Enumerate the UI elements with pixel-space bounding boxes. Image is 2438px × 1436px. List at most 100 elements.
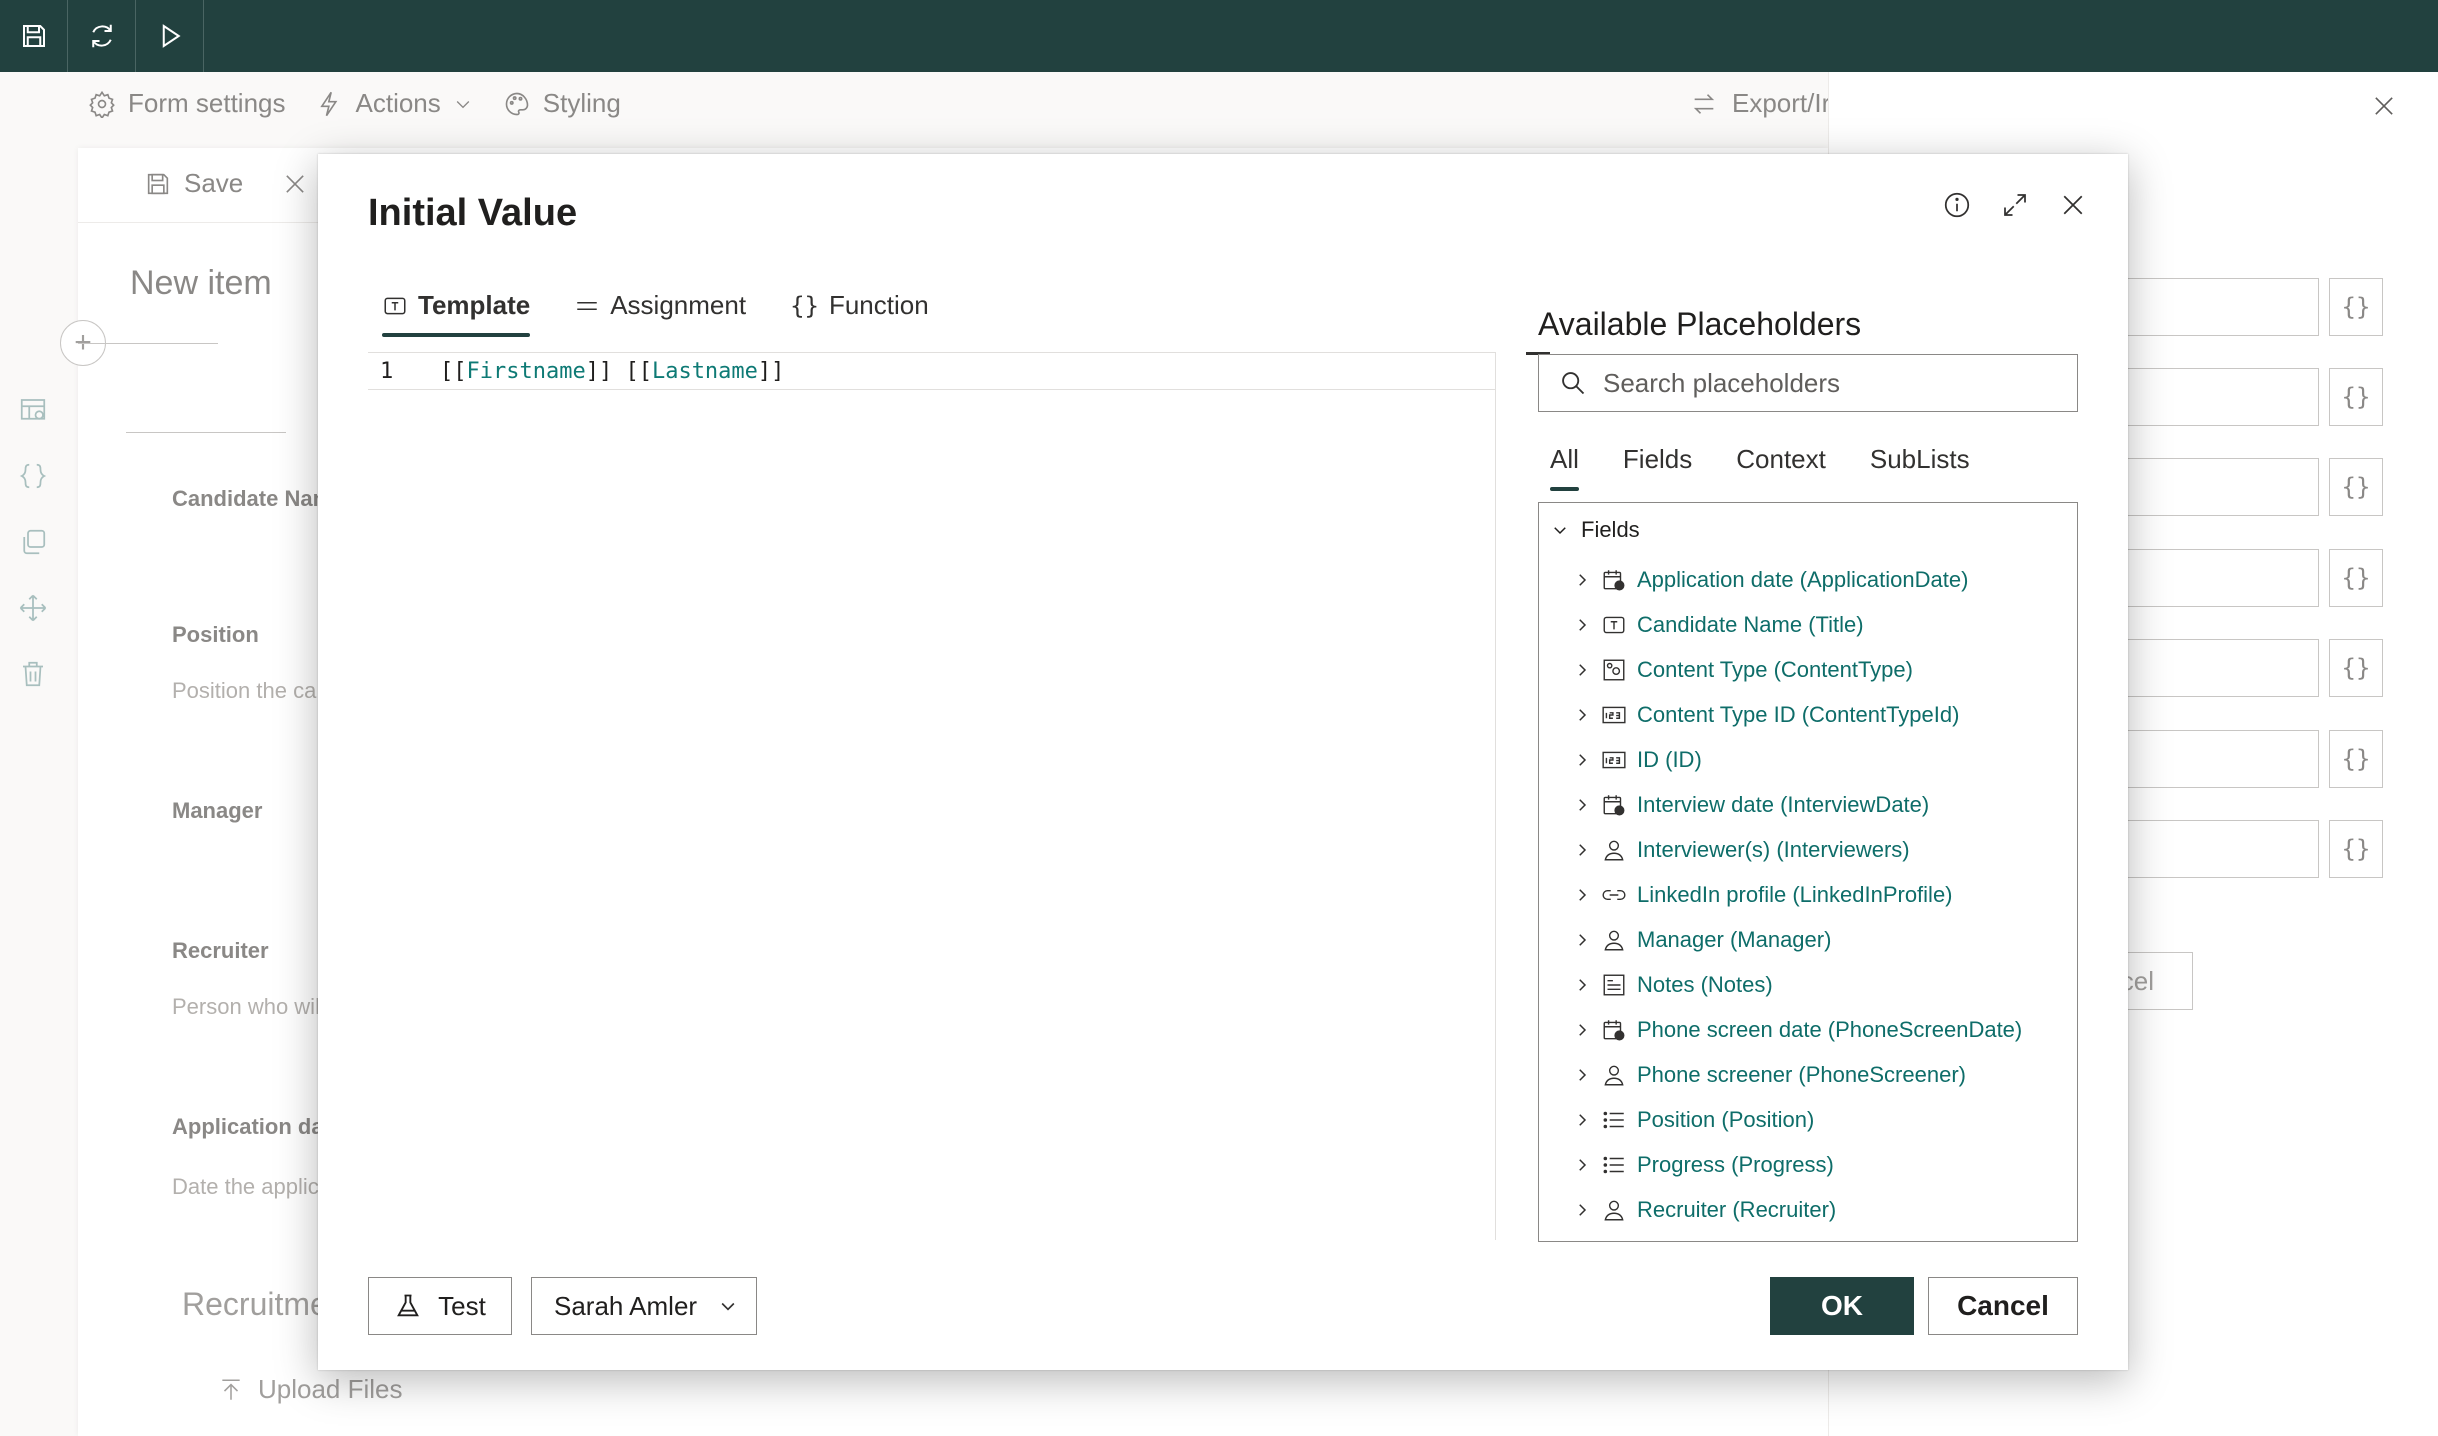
tree-item[interactable]: Interviewer(s) (Interviewers) — [1573, 827, 2022, 872]
placeholder-search-box — [1538, 354, 2078, 412]
tab-sublists[interactable]: SubLists — [1870, 444, 1970, 491]
chevron-right-icon[interactable] — [1573, 931, 1591, 949]
person-icon — [1604, 930, 1624, 950]
tree-item[interactable]: Content Type ID (ContentTypeId) — [1573, 692, 2022, 737]
export-import-command[interactable]: Export/Ir — [1690, 88, 1830, 119]
chevron-right-icon[interactable] — [1573, 571, 1591, 589]
tab-context[interactable]: Context — [1736, 444, 1826, 491]
expand-icon[interactable] — [2000, 190, 2030, 220]
tree-item[interactable]: Phone screen date (PhoneScreenDate) — [1573, 1007, 2022, 1052]
tree-item[interactable]: Application date (ApplicationDate) — [1573, 557, 2022, 602]
template-editor[interactable]: 1 [[Firstname]] [[Lastname]] — [368, 352, 1550, 1240]
user-select[interactable]: Sarah Amler — [531, 1277, 757, 1335]
tree-item-label: LinkedIn profile (LinkedInProfile) — [1637, 881, 1953, 907]
tree-item[interactable]: Interview date (InterviewDate) — [1573, 782, 2022, 827]
actions-command[interactable]: Actions — [316, 88, 473, 119]
line-number: 1 — [380, 359, 394, 384]
tree-item-label: Application date (ApplicationDate) — [1637, 566, 1969, 592]
config-expression-button[interactable]: {} — [2329, 458, 2383, 516]
move-icon[interactable] — [18, 593, 48, 623]
chevron-right-icon[interactable] — [1573, 751, 1591, 769]
calendar-icon — [1603, 569, 1625, 590]
calendar-icon — [1603, 794, 1625, 815]
tab-all[interactable]: All — [1550, 444, 1579, 491]
tree-item[interactable]: ID (ID) — [1573, 737, 2022, 782]
form-settings-command[interactable]: Form settings — [88, 88, 286, 119]
field-label-candidate-name: Candidate Nam — [172, 486, 333, 511]
chevron-down-icon — [456, 100, 470, 108]
play-icon — [162, 24, 181, 48]
tree-item[interactable]: Position (Position) — [1573, 1097, 2022, 1142]
chevron-right-icon[interactable] — [1573, 1156, 1591, 1174]
tab-function-label: Function — [828, 290, 929, 320]
refresh-toolbar-button[interactable] — [68, 0, 136, 72]
tree-item[interactable]: Notes (Notes) — [1573, 962, 2022, 1007]
tree-item[interactable]: Recruiter (Recruiter) — [1573, 1187, 2022, 1232]
placeholders-title: Available Placeholders — [1538, 306, 1862, 342]
styling-label: Styling — [542, 88, 621, 118]
chevron-right-icon[interactable] — [1573, 661, 1591, 679]
config-expression-button[interactable]: {} — [2329, 278, 2383, 336]
chevron-right-icon[interactable] — [1573, 976, 1591, 994]
field-label-position: Position — [172, 622, 259, 647]
test-label: Test — [438, 1290, 486, 1321]
section-underline — [126, 432, 286, 433]
tab-fields[interactable]: Fields — [1623, 444, 1692, 491]
config-expression-button[interactable]: {} — [2329, 730, 2383, 788]
tab-template-label: Template — [418, 290, 531, 320]
initial-value-dialog: Initial Value Template Assignment {} Fun… — [318, 154, 2128, 1370]
user-select-value: Sarah Amler — [554, 1290, 698, 1321]
config-expression-button[interactable]: {} — [2329, 368, 2383, 426]
tree-item[interactable]: Progress (Progress) — [1573, 1142, 2022, 1187]
config-expression-button[interactable]: {} — [2329, 549, 2383, 607]
form-layout-icon[interactable] — [18, 395, 48, 425]
tree-item[interactable]: Phone screener (PhoneScreener) — [1573, 1052, 2022, 1097]
close-icon[interactable] — [2058, 190, 2088, 220]
test-button[interactable]: Test — [368, 1277, 512, 1335]
placeholder-tabs: All Fields Context SubLists — [1550, 444, 1970, 491]
tree-item-label: Manager (Manager) — [1637, 926, 1832, 952]
cancel-button[interactable]: Cancel — [1928, 1277, 2078, 1335]
chevron-right-icon[interactable] — [1573, 1021, 1591, 1039]
braces-icon[interactable] — [18, 461, 48, 491]
chevron-right-icon[interactable] — [1573, 1201, 1591, 1219]
chevron-right-icon[interactable] — [1573, 706, 1591, 724]
trash-icon[interactable] — [18, 659, 48, 689]
tab-function[interactable]: {} Function — [790, 290, 929, 337]
upload-files-button[interactable]: Upload Files — [218, 1374, 403, 1405]
tab-template[interactable]: Template — [382, 290, 531, 337]
chevron-right-icon[interactable] — [1573, 1111, 1591, 1129]
tree-item[interactable]: Candidate Name (Title) — [1573, 602, 2022, 647]
number-icon — [1602, 751, 1626, 768]
styling-command[interactable]: Styling — [503, 88, 621, 119]
tree-root-fields[interactable]: Fields — [1551, 517, 1640, 543]
form-save-button[interactable]: Save — [144, 168, 243, 199]
chevron-right-icon[interactable] — [1573, 1066, 1591, 1084]
tab-assignment[interactable]: Assignment — [574, 290, 746, 337]
form-save-label: Save — [184, 168, 244, 198]
chevron-right-icon[interactable] — [1573, 841, 1591, 859]
chevron-right-icon[interactable] — [1573, 886, 1591, 904]
save-toolbar-button[interactable] — [0, 0, 68, 72]
tree-item[interactable]: Manager (Manager) — [1573, 917, 2022, 962]
info-icon[interactable] — [1942, 190, 1972, 220]
tree-item-label: Recruiter (Recruiter) — [1637, 1196, 1837, 1222]
close-icon[interactable] — [2370, 92, 2398, 120]
tab-assignment-label: Assignment — [610, 290, 747, 320]
copy-icon[interactable] — [18, 527, 48, 557]
ok-button[interactable]: OK — [1770, 1277, 1914, 1335]
placeholder-token: Lastname — [651, 359, 758, 384]
chevron-right-icon[interactable] — [1573, 616, 1591, 634]
text-field-icon — [1603, 616, 1625, 633]
search-input[interactable] — [1603, 367, 2063, 399]
field-label-recruiter: Recruiter — [172, 938, 269, 963]
chevron-right-icon[interactable] — [1573, 796, 1591, 814]
tree-item[interactable]: Content Type (ContentType) — [1573, 647, 2022, 692]
config-expression-button[interactable]: {} — [2329, 639, 2383, 697]
run-toolbar-button[interactable] — [136, 0, 204, 72]
person-icon — [1604, 1200, 1624, 1220]
config-expression-button[interactable]: {} — [2329, 820, 2383, 878]
link-icon — [1602, 889, 1626, 900]
placeholder-token: Firstname — [466, 359, 586, 384]
tree-item[interactable]: LinkedIn profile (LinkedInProfile) — [1573, 872, 2022, 917]
